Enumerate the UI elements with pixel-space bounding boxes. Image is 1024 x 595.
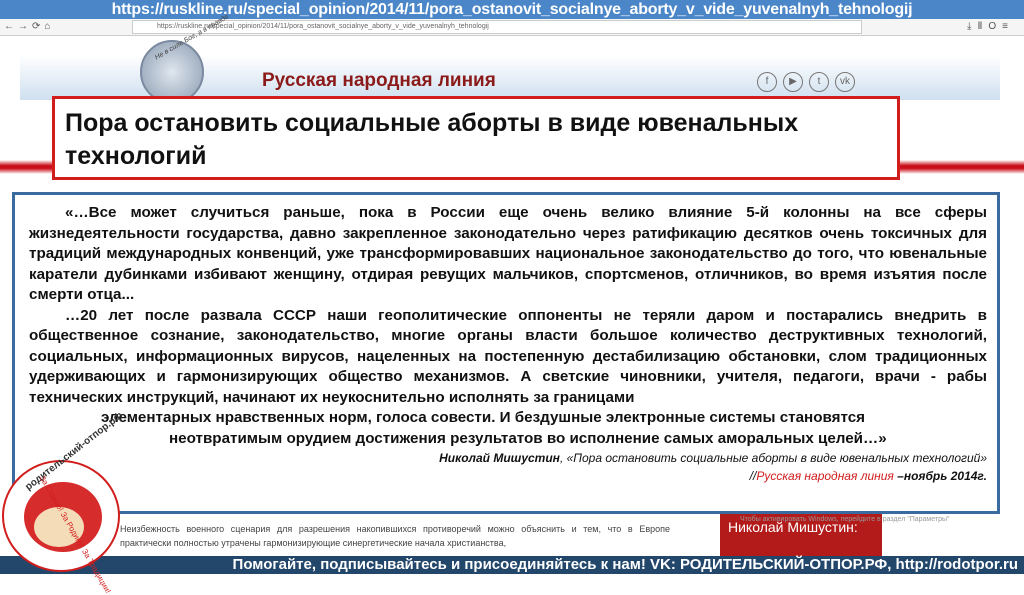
page-text-below: Неизбежность военного сценария для разре… <box>120 524 670 548</box>
author-name: Николай Мишустин <box>439 451 560 465</box>
source-date: –ноябрь 2014г. <box>893 469 987 483</box>
attribution: Николай Мишустин, «Пора остановить социа… <box>29 449 987 467</box>
address-bar[interactable]: https://ruskline.ru/special_opinion/2014… <box>132 20 862 34</box>
facebook-icon[interactable]: f <box>757 72 777 92</box>
youtube-icon[interactable]: ▶ <box>783 72 803 92</box>
twitter-icon[interactable]: t <box>809 72 829 92</box>
source-line: //Русская народная линия –ноябрь 2014г. <box>29 467 987 485</box>
quote-line-3: элементарных нравственных норм, голоса с… <box>101 409 866 426</box>
work-title: , «Пора остановить социальные аборты в в… <box>559 451 987 465</box>
url-banner: https://ruskline.ru/special_opinion/2014… <box>0 0 1024 19</box>
toolbar-icons[interactable]: ⤓ⅡO≡ <box>967 21 1014 32</box>
nav-buttons[interactable]: ←→⟳⌂ <box>4 21 54 32</box>
article-title: Пора остановить социальные аборты в виде… <box>52 96 900 180</box>
source-name: Русская народная линия <box>756 469 894 483</box>
quote-box: «…Все может случиться раньше, пока в Рос… <box>12 192 1000 514</box>
site-name[interactable]: Русская народная линия <box>262 70 496 92</box>
browser-toolbar: ←→⟳⌂ https://ruskline.ru/special_opinion… <box>0 19 1024 36</box>
quote-line-4: неотвратимым орудием достижения результа… <box>169 429 887 447</box>
windows-notice: Чтобы активировать Windows, перейдите в … <box>740 516 950 523</box>
quote-paragraph-1: «…Все может случиться раньше, пока в Рос… <box>29 204 987 303</box>
footer-banner: Помогайте, подписывайтесь и присоединяйт… <box>0 556 1024 574</box>
vk-icon[interactable]: vk <box>835 72 855 92</box>
social-links: f ▶ t vk <box>757 72 855 92</box>
quote-paragraph-2: …20 лет после развала СССР наши геополит… <box>29 306 987 406</box>
